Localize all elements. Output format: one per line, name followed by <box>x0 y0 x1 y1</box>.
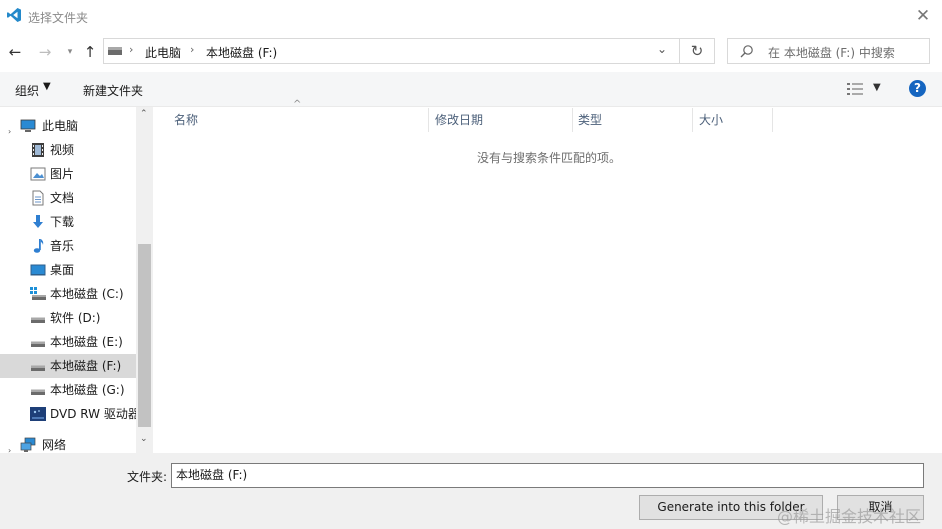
sidebar-item-documents[interactable]: 文档 <box>0 186 136 210</box>
view-options-icon[interactable] <box>847 82 865 96</box>
address-dropdown-chevron-icon[interactable]: ⌄ <box>657 42 667 56</box>
sidebar-item-label: 此电脑 <box>42 119 79 133</box>
sidebar-item-label: 文档 <box>50 191 75 205</box>
title-bar <box>0 0 942 32</box>
column-divider[interactable] <box>772 108 773 132</box>
sidebar-item-label: 本地磁盘 (C:) <box>50 287 124 301</box>
help-icon[interactable]: ? <box>909 80 926 97</box>
sidebar-item-label: 视频 <box>50 143 75 157</box>
column-header-date-modified[interactable]: 修改日期 <box>435 108 483 132</box>
search-placeholder: 在 本地磁盘 (F:) 中搜索 <box>768 46 895 60</box>
watermark: @稀土掘金技术社区 <box>777 507 922 526</box>
sidebar-item-label: 下载 <box>50 215 75 229</box>
sidebar-item-dvd-drive[interactable]: DVD RW 驱动器 <box>0 402 136 426</box>
drive-icon <box>31 341 45 347</box>
view-dropdown-icon[interactable]: ▼ <box>873 82 881 93</box>
computer-icon <box>20 119 36 132</box>
column-divider[interactable] <box>428 108 429 132</box>
documents-folder-icon <box>32 190 44 206</box>
breadcrumb-separator-icon: › <box>129 43 134 56</box>
drive-icon <box>31 365 45 371</box>
pictures-folder-icon <box>30 167 46 181</box>
sidebar-item-label: DVD RW 驱动器 <box>50 407 136 421</box>
folder-input[interactable]: 本地磁盘 (F:) <box>171 463 924 488</box>
expand-chevron-icon[interactable]: › <box>8 120 11 138</box>
recent-locations-chevron-icon[interactable]: ▾ <box>61 41 79 63</box>
column-divider[interactable] <box>692 108 693 132</box>
folder-field-label: 文件夹: <box>127 470 168 484</box>
breadcrumb-this-pc[interactable]: 此电脑 <box>145 44 181 61</box>
desktop-icon <box>30 264 46 276</box>
sidebar-item-label: 本地磁盘 (E:) <box>50 335 123 349</box>
sidebar-item-label: 图片 <box>50 167 75 181</box>
search-icon <box>740 45 753 58</box>
dvd-drive-icon <box>30 407 46 421</box>
sidebar-item-drive-g[interactable]: 本地磁盘 (G:) <box>0 378 136 402</box>
network-icon <box>20 437 36 452</box>
column-header-name[interactable]: 名称 <box>174 108 198 132</box>
drive-icon <box>31 317 45 323</box>
sidebar-item-drive-c[interactable]: 本地磁盘 (C:) <box>0 282 136 306</box>
drive-icon <box>108 47 122 55</box>
window-title: 选择文件夹 <box>28 11 89 25</box>
sidebar-item-label: 本地磁盘 (G:) <box>50 383 125 397</box>
breadcrumb-separator-icon: › <box>190 43 195 56</box>
sidebar-scrollbar[interactable]: ⌃ ⌄ <box>136 107 153 453</box>
breadcrumb-drive-f[interactable]: 本地磁盘 (F:) <box>206 44 277 61</box>
download-arrow-icon <box>33 215 43 228</box>
organize-dropdown-icon: ▼ <box>43 81 51 92</box>
back-button[interactable]: ← <box>6 41 24 63</box>
drive-icon <box>31 389 45 395</box>
music-note-icon <box>33 239 44 253</box>
sidebar-item-drive-d[interactable]: 软件 (D:) <box>0 306 136 330</box>
organize-menu-button[interactable]: 组织 <box>15 82 39 99</box>
system-drive-icon <box>30 287 46 300</box>
empty-results-message: 没有与搜索条件匹配的项。 <box>477 151 622 165</box>
sidebar-item-label: 软件 (D:) <box>50 311 101 325</box>
sidebar-item-label: 音乐 <box>50 239 75 253</box>
sidebar-item-label: 本地磁盘 (F:) <box>50 359 122 373</box>
vscode-logo-icon <box>7 8 21 22</box>
address-bar[interactable]: › 此电脑 › 本地磁盘 (F:) ⌄ <box>103 38 680 64</box>
sidebar-item-this-pc[interactable]: › 此电脑 <box>0 114 136 138</box>
sidebar-item-label: 桌面 <box>50 263 75 277</box>
scroll-up-chevron-icon[interactable]: ⌃ <box>140 109 148 119</box>
column-divider[interactable] <box>572 108 573 132</box>
sidebar-item-downloads[interactable]: 下载 <box>0 210 136 234</box>
video-folder-icon <box>32 143 44 157</box>
sidebar-item-drive-e[interactable]: 本地磁盘 (E:) <box>0 330 136 354</box>
sidebar-item-desktop[interactable]: 桌面 <box>0 258 136 282</box>
column-header-type[interactable]: 类型 <box>578 108 602 132</box>
scroll-down-chevron-icon[interactable]: ⌄ <box>140 434 148 444</box>
forward-button[interactable]: → <box>36 41 54 63</box>
refresh-button[interactable]: ↻ <box>679 38 715 64</box>
sort-ascending-icon: ^ <box>293 99 302 110</box>
column-header-size[interactable]: 大小 <box>699 108 723 132</box>
sidebar-item-videos[interactable]: 视频 <box>0 138 136 162</box>
up-button[interactable]: ↑ <box>81 41 99 63</box>
search-box[interactable]: 在 本地磁盘 (F:) 中搜索 <box>727 38 930 64</box>
sidebar-item-pictures[interactable]: 图片 <box>0 162 136 186</box>
close-button[interactable]: ✕ <box>910 4 936 28</box>
navigation-pane: › 此电脑 视频 图片 文档 下载 音乐 桌面 本地磁盘 (C:) 软件 (D:… <box>0 107 154 455</box>
new-folder-button[interactable]: 新建文件夹 <box>83 82 143 99</box>
sidebar-item-drive-f[interactable]: 本地磁盘 (F:) <box>0 354 136 378</box>
scrollbar-thumb[interactable] <box>138 244 151 427</box>
sidebar-item-music[interactable]: 音乐 <box>0 234 136 258</box>
